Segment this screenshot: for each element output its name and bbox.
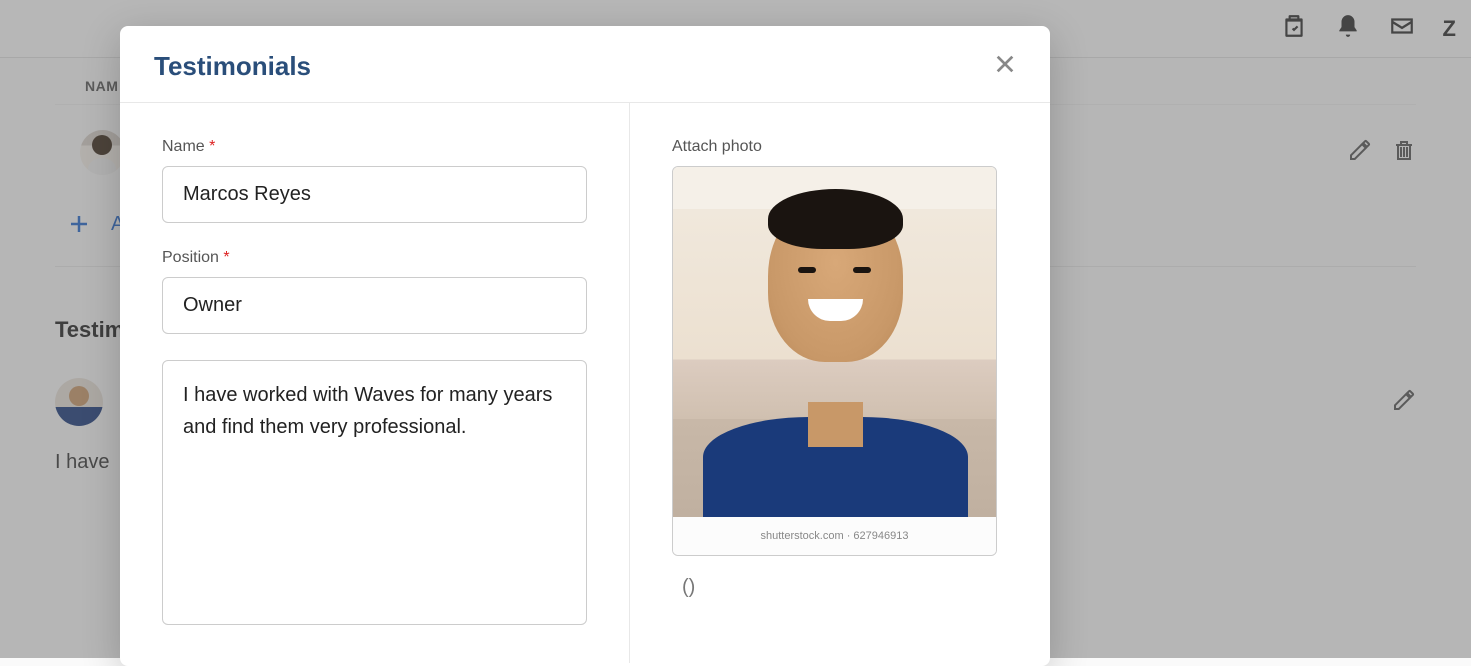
close-button[interactable]	[994, 53, 1016, 80]
photo-preview[interactable]: shutterstock.com · 627946913	[672, 166, 997, 556]
name-input[interactable]	[162, 166, 587, 223]
modal-header: Testimonials	[120, 26, 1050, 103]
name-label: Name *	[162, 138, 587, 156]
photo-image	[673, 167, 996, 517]
modal-form-right: Attach photo shutterstock.com · 62794691…	[630, 103, 1050, 663]
testimonials-modal: Testimonials Name * Position * I have wo…	[120, 26, 1050, 666]
photo-watermark: shutterstock.com · 627946913	[673, 517, 996, 555]
testimonial-textarea[interactable]: I have worked with Waves for many years …	[162, 360, 587, 625]
position-label: Position *	[162, 249, 587, 267]
attach-photo-label: Attach photo	[672, 138, 1008, 156]
photo-meta-text: ()	[672, 576, 1008, 599]
modal-title: Testimonials	[154, 51, 311, 82]
modal-form-left: Name * Position * I have worked with Wav…	[120, 103, 630, 663]
position-input[interactable]	[162, 277, 587, 334]
